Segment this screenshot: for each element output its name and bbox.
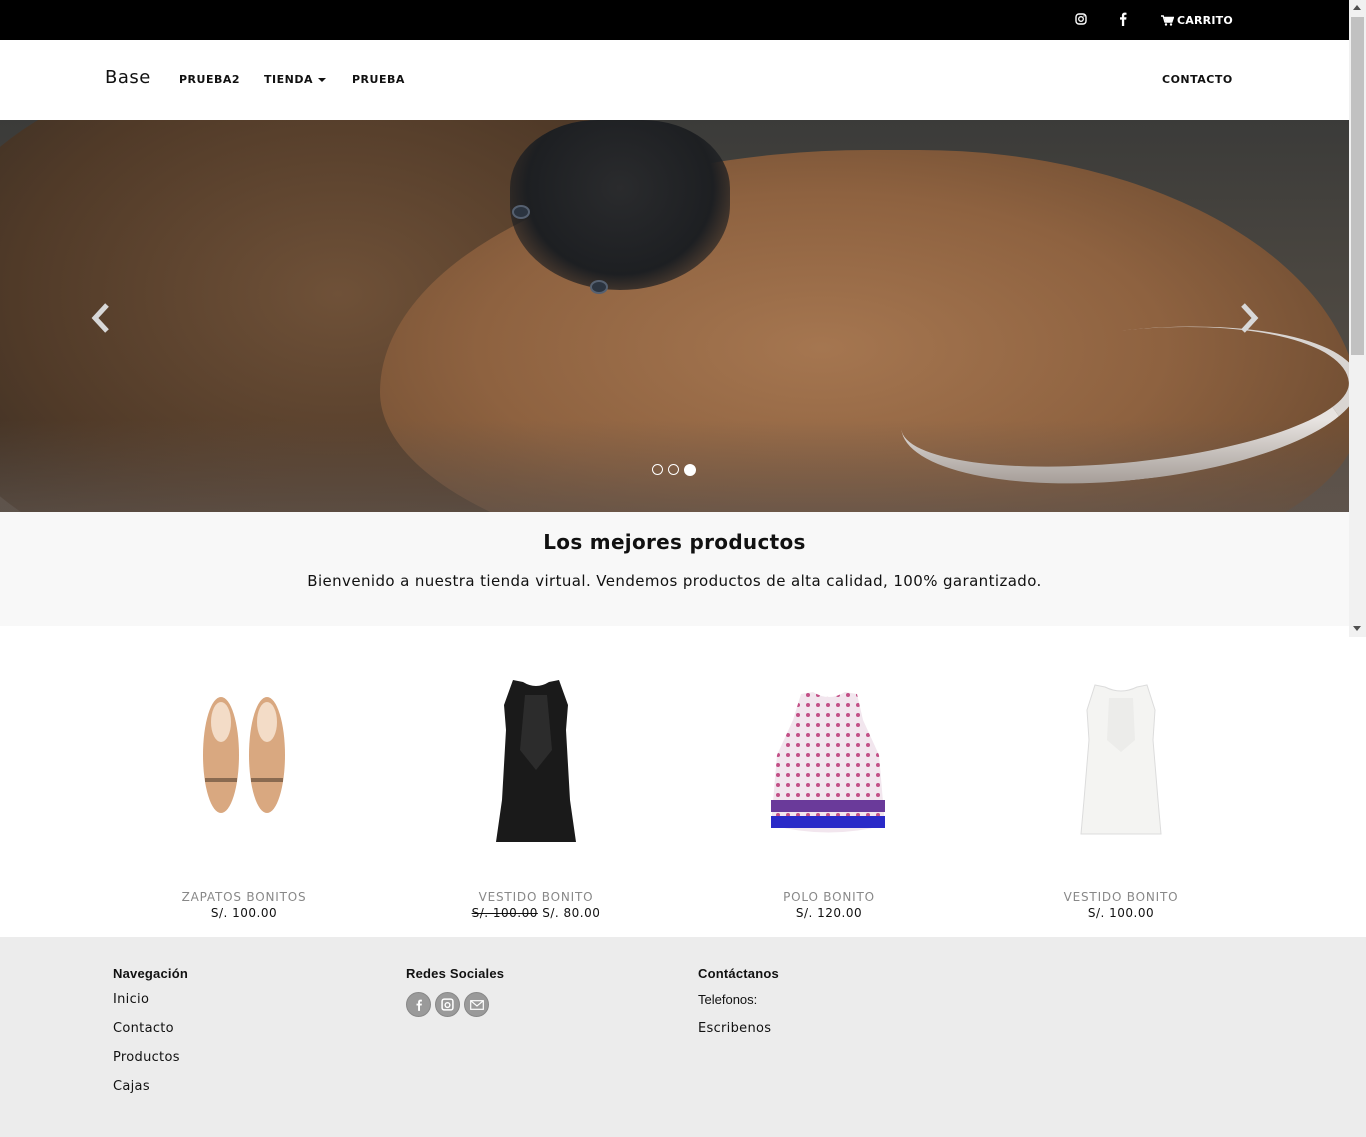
footer-link-productos[interactable]: Productos	[113, 1050, 188, 1067]
footer-phones-label: Telefonos:	[698, 992, 758, 1007]
product-price: S/. 100.00 S/. 80.00	[390, 906, 682, 920]
top-bar: CARRITO	[0, 0, 1349, 40]
caret-down-icon	[317, 78, 326, 82]
cart-label: CARRITO	[1177, 13, 1233, 27]
footer-contact-title: Contáctanos	[698, 966, 779, 981]
instagram-icon[interactable]	[1075, 13, 1087, 25]
brand-logo[interactable]: Base	[105, 67, 151, 88]
scroll-up-icon[interactable]	[1353, 5, 1361, 10]
footer-instagram-icon[interactable]	[435, 992, 460, 1017]
footer-link-escribenos[interactable]: Escribenos	[698, 1021, 779, 1038]
hero-image-eyelet	[590, 280, 608, 294]
product-name[interactable]: VESTIDO BONITO	[390, 890, 682, 904]
facebook-icon[interactable]	[1117, 12, 1129, 26]
product-name[interactable]: VESTIDO BONITO	[975, 890, 1267, 904]
welcome-section: Los mejores productos Bienvenido a nuest…	[0, 512, 1349, 626]
footer: Navegación Inicio Contacto Productos Caj…	[0, 937, 1366, 1137]
product-price-current: S/. 100.00	[210, 906, 278, 920]
product-image-shoes[interactable]	[98, 660, 390, 870]
product-name[interactable]: POLO BONITO	[683, 890, 975, 904]
carousel-next-arrow-icon[interactable]	[1239, 302, 1259, 334]
product-card[interactable]: ZAPATOS BONITOS S/. 100.00	[98, 660, 390, 930]
footer-link-inicio[interactable]: Inicio	[113, 992, 188, 1009]
envelope-glyph-icon	[469, 999, 484, 1010]
hero-image-lace	[510, 120, 730, 290]
hero-image-eyelet	[512, 205, 530, 219]
footer-social-title: Redes Sociales	[406, 966, 505, 981]
footer-email-icon[interactable]	[464, 992, 489, 1017]
nav-item-prueba[interactable]: PRUEBA	[352, 73, 405, 86]
hero-carousel	[0, 120, 1349, 512]
welcome-text: Bienvenido a nuestra tienda virtual. Ven…	[307, 572, 1042, 590]
main-nav: Base PRUEBA2 TIENDA PRUEBA CONTACTO	[0, 40, 1349, 120]
cart-link[interactable]: CARRITO	[1161, 12, 1233, 28]
product-image-top[interactable]	[683, 660, 975, 870]
product-card[interactable]: VESTIDO BONITO S/. 100.00 S/. 80.00	[390, 660, 682, 930]
product-price: S/. 120.00	[683, 906, 975, 920]
carousel-indicator-2[interactable]	[668, 464, 679, 475]
carousel-prev-arrow-icon[interactable]	[91, 302, 111, 334]
facebook-glyph-icon	[416, 999, 422, 1011]
scroll-down-icon[interactable]	[1353, 626, 1361, 631]
nav-item-tienda-label: TIENDA	[264, 73, 313, 86]
social-links	[406, 992, 504, 1017]
product-price-old: S/. 100.00	[471, 906, 538, 920]
footer-contact: Contáctanos Telefonos: Escribenos	[698, 966, 779, 1050]
nav-item-tienda[interactable]: TIENDA	[264, 73, 326, 86]
product-image-white-dress[interactable]	[975, 660, 1267, 870]
scrollbar-thumb[interactable]	[1351, 17, 1364, 355]
instagram-glyph-icon	[441, 998, 454, 1011]
carousel-indicators	[652, 464, 696, 476]
footer-facebook-icon[interactable]	[406, 992, 431, 1017]
carousel-indicator-3[interactable]	[684, 464, 696, 476]
product-price: S/. 100.00	[98, 906, 390, 920]
page-scrollbar[interactable]	[1349, 0, 1366, 637]
footer-social: Redes Sociales	[406, 966, 504, 1017]
footer-nav-title: Navegación	[113, 966, 188, 981]
nav-item-contacto[interactable]: CONTACTO	[1162, 73, 1233, 86]
carousel-indicator-1[interactable]	[652, 464, 663, 475]
nav-item-prueba2[interactable]: PRUEBA2	[179, 73, 240, 86]
footer-link-cajas[interactable]: Cajas	[113, 1079, 188, 1096]
product-name[interactable]: ZAPATOS BONITOS	[98, 890, 390, 904]
product-price-current: S/. 100.00	[1087, 906, 1155, 920]
footer-link-contacto[interactable]: Contacto	[113, 1021, 188, 1038]
product-card[interactable]: VESTIDO BONITO S/. 100.00	[975, 660, 1267, 930]
cart-icon	[1161, 14, 1174, 26]
footer-navigation: Navegación Inicio Contacto Productos Caj…	[113, 966, 188, 1108]
product-card[interactable]: POLO BONITO S/. 120.00	[683, 660, 975, 930]
product-price: S/. 100.00	[975, 906, 1267, 920]
product-price-current: S/. 120.00	[795, 906, 863, 920]
product-image-black-dress[interactable]	[390, 660, 682, 870]
welcome-title: Los mejores productos	[543, 530, 806, 554]
product-price-current: S/. 80.00	[542, 906, 601, 920]
